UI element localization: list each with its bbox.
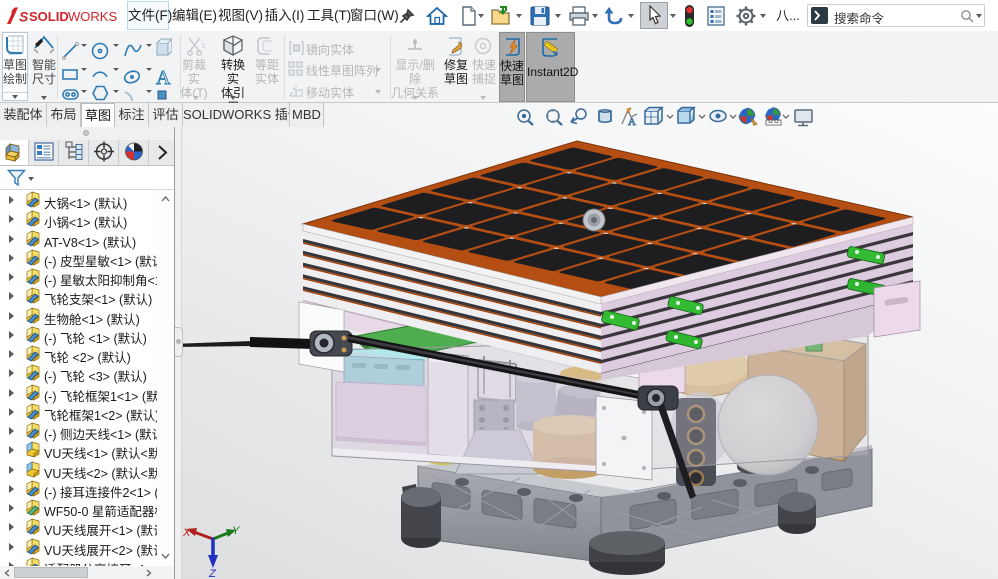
svg-text:WORKS: WORKS bbox=[68, 9, 117, 24]
svg-text:A: A bbox=[156, 67, 171, 89]
svg-text:A: A bbox=[628, 116, 636, 128]
svg-text:SOLID: SOLID bbox=[29, 9, 69, 24]
svg-text:X: X bbox=[182, 527, 191, 539]
svg-text:S: S bbox=[19, 9, 29, 25]
svg-text:Y: Y bbox=[232, 525, 240, 537]
svg-text:Z: Z bbox=[208, 568, 217, 579]
